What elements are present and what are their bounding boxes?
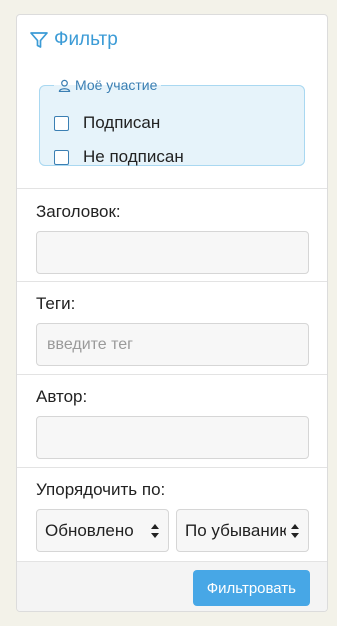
author-field-label: Автор: (36, 387, 88, 406)
title-field-label: Заголовок: (36, 202, 121, 221)
divider (17, 374, 327, 375)
filter-button[interactable]: Фильтровать (192, 570, 310, 606)
sort-order-select[interactable]: По убыванию (176, 509, 309, 552)
select-arrows-icon (291, 523, 299, 538)
divider (17, 188, 327, 189)
subscribed-option[interactable]: Подписан (54, 113, 160, 133)
sort-order-value: По убыванию (185, 520, 286, 540)
tags-input[interactable] (36, 323, 309, 366)
filter-panel: Фильтр Моё участие Подписан Не подписан … (16, 14, 328, 612)
filter-footer: Фильтровать (17, 561, 327, 611)
sort-field-label: Упорядочить по: (36, 480, 166, 499)
tags-field-label: Теги: (36, 294, 76, 313)
title-input[interactable] (36, 231, 309, 274)
not-subscribed-label: Не подписан (83, 147, 184, 166)
divider (17, 467, 327, 468)
author-input[interactable] (36, 416, 309, 459)
user-icon (58, 79, 71, 92)
select-arrows-icon (151, 523, 159, 538)
my-participation-legend: Моё участие (54, 77, 161, 93)
sort-field-select[interactable]: Обновлено (36, 509, 169, 552)
filter-icon (30, 32, 48, 48)
subscribed-checkbox[interactable] (54, 115, 69, 131)
not-subscribed-checkbox[interactable] (54, 149, 69, 165)
subscribed-label: Подписан (83, 113, 161, 132)
not-subscribed-option[interactable]: Не подписан (54, 147, 184, 167)
divider (17, 281, 327, 282)
filter-header: Фильтр (29, 29, 118, 51)
filter-title: Фильтр (54, 29, 118, 50)
my-participation-label: Моё участие (75, 77, 158, 93)
sort-field-value: Обновлено (45, 520, 134, 540)
my-participation-group: Моё участие Подписан Не подписан (39, 77, 305, 166)
